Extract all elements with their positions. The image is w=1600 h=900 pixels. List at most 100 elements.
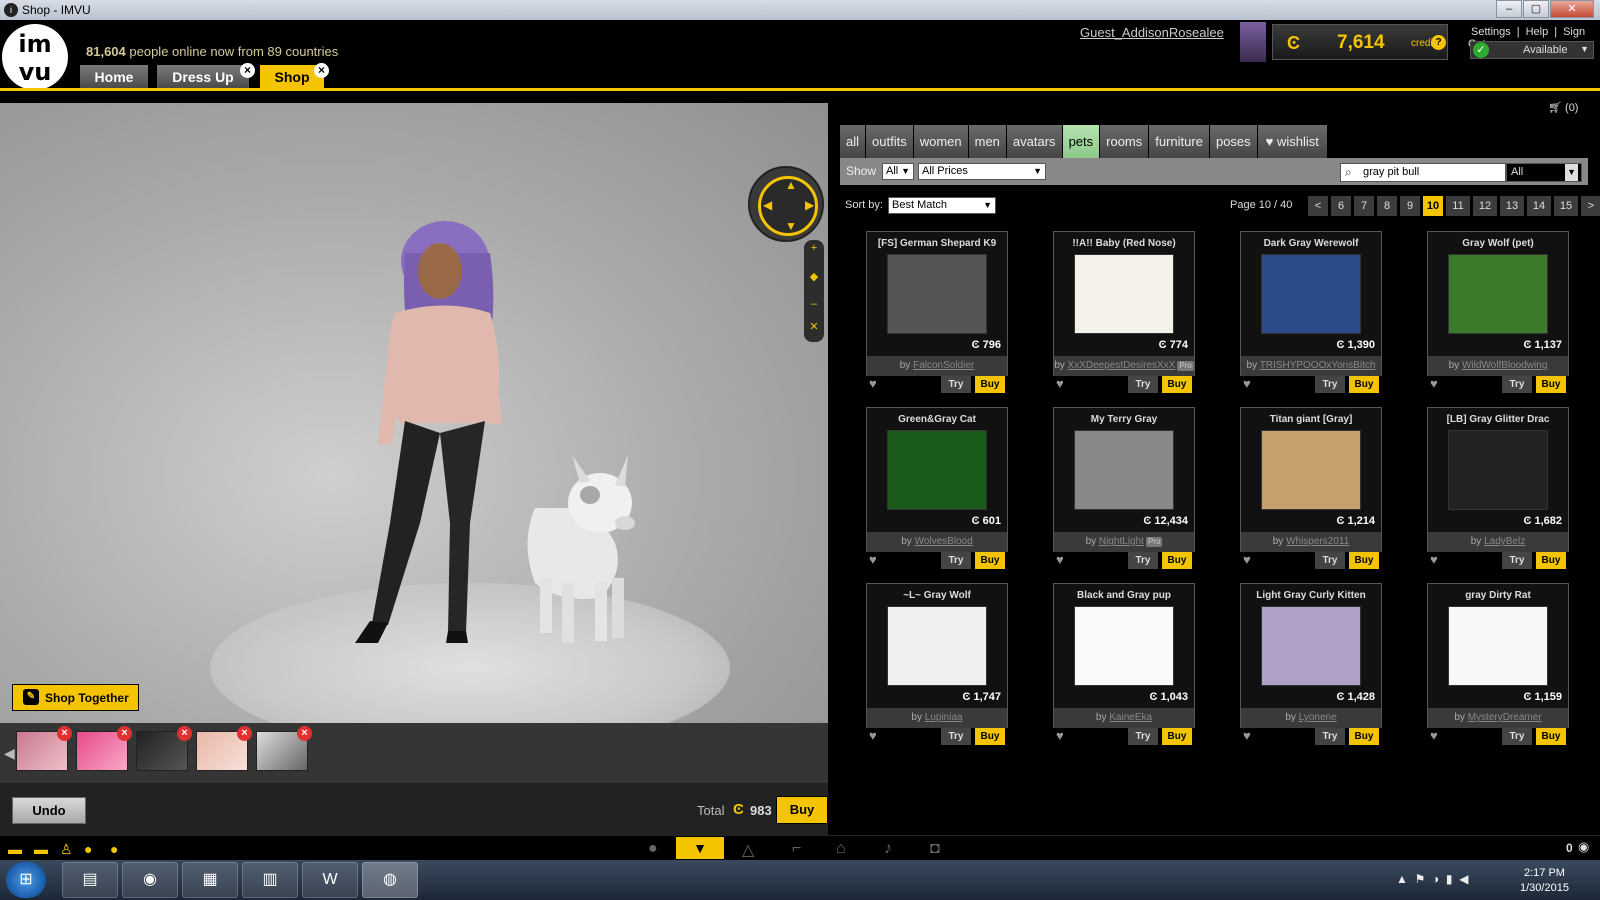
page-next[interactable]: >	[1581, 196, 1600, 216]
taskbar-imvu-icon[interactable]: ◍	[362, 862, 418, 898]
chat-icon[interactable]: ●	[110, 841, 118, 857]
product-title[interactable]: [LB] Gray Glitter Drac	[1428, 414, 1568, 425]
product-image[interactable]	[1074, 430, 1174, 510]
tab-furniture[interactable]: furniture	[1149, 125, 1209, 158]
zoom-handle-icon[interactable]: ◆	[808, 270, 820, 283]
cart-link[interactable]: 🛒︎ (0)	[1548, 101, 1578, 114]
buy-button[interactable]: Buy	[1349, 728, 1379, 745]
product-title[interactable]: Green&Gray Cat	[867, 414, 1007, 425]
try-button[interactable]: Try	[1315, 376, 1345, 393]
imvu-logo[interactable]: im vu	[2, 24, 68, 90]
try-button[interactable]: Try	[941, 728, 971, 745]
status-dropdown[interactable]: ✓ Available ▼	[1470, 41, 1594, 59]
product-title[interactable]: Dark Gray Werewolf	[1241, 238, 1381, 249]
zoom-slider[interactable]: + ◆ – ✕	[804, 240, 824, 342]
tab-women[interactable]: women	[913, 125, 968, 158]
product-card[interactable]: Titan giant [Gray] Ͼ 1,214 by Whispers2011	[1240, 407, 1382, 552]
try-button[interactable]: Try	[1128, 376, 1158, 393]
taskbar-explorer-icon[interactable]: ▤	[62, 862, 118, 898]
chat-icon[interactable]: ●	[84, 841, 92, 857]
creator-link[interactable]: LadyBelz	[1484, 536, 1525, 547]
page-7[interactable]: 7	[1354, 196, 1374, 216]
page-15[interactable]: 15	[1554, 196, 1578, 216]
product-card[interactable]: Black and Gray pup Ͼ 1,043 by KaineEka	[1053, 583, 1195, 728]
music-icon[interactable]: ♪	[884, 840, 892, 858]
wishlist-heart-icon[interactable]: ♥	[1430, 552, 1444, 567]
tab-outfits[interactable]: outfits	[866, 125, 913, 158]
notification-icon[interactable]: ◉	[1578, 839, 1589, 855]
undo-button[interactable]: Undo	[12, 797, 86, 824]
product-title[interactable]: !!A!! Baby (Red Nose)	[1054, 238, 1194, 249]
help-link[interactable]: Help	[1526, 26, 1549, 38]
furniture-icon[interactable]: ▬	[34, 841, 48, 857]
price-select[interactable]: All Prices ▼	[918, 163, 1046, 180]
help-question-icon[interactable]: ?	[1431, 35, 1446, 50]
nav-tab-home[interactable]: Home	[80, 65, 148, 88]
creator-link[interactable]: Whispers2011	[1286, 536, 1349, 547]
close-tab-dress-up-icon[interactable]: ×	[240, 63, 255, 78]
creator-link[interactable]: Lupiniaa	[925, 712, 963, 723]
try-button[interactable]: Try	[1128, 728, 1158, 745]
creator-link[interactable]: WolvesBlood	[915, 536, 973, 547]
buy-button[interactable]: Buy	[975, 728, 1005, 745]
start-button[interactable]: ⊞	[6, 862, 46, 898]
product-title[interactable]: gray Dirty Rat	[1428, 590, 1568, 601]
wishlist-heart-icon[interactable]: ♥	[869, 376, 883, 391]
person-icon[interactable]: ♙	[60, 841, 73, 858]
product-image[interactable]	[887, 254, 987, 334]
creator-link[interactable]: FalconSoldier	[913, 360, 974, 371]
creator-link[interactable]: WildWolfBloodwing	[1462, 360, 1547, 371]
product-image[interactable]	[1261, 254, 1361, 334]
product-card[interactable]: Light Gray Curly Kitten Ͼ 1,428 by Lyonene	[1240, 583, 1382, 728]
clock[interactable]: 2:17 PM 1/30/2015	[1520, 866, 1569, 896]
chat-bubble-icon[interactable]: ●	[648, 840, 658, 858]
wishlist-heart-icon[interactable]: ♥	[1430, 376, 1444, 391]
wishlist-heart-icon[interactable]: ♥	[1056, 552, 1070, 567]
avatar-thumbnail[interactable]	[1240, 22, 1266, 62]
product-title[interactable]: [FS] German Shepard K9	[867, 238, 1007, 249]
product-card[interactable]: [FS] German Shepard K9 Ͼ 796 by FalconSold…	[866, 231, 1008, 376]
product-title[interactable]: My Terry Gray	[1054, 414, 1194, 425]
product-image[interactable]	[1448, 254, 1548, 334]
wishlist-heart-icon[interactable]: ♥	[1243, 552, 1257, 567]
page-12[interactable]: 12	[1473, 196, 1497, 216]
pan-up-icon[interactable]: ▲	[785, 178, 797, 192]
try-button[interactable]: Try	[1128, 552, 1158, 569]
product-image[interactable]	[1074, 254, 1174, 334]
buy-all-button[interactable]: Buy	[776, 796, 828, 824]
page-10-current[interactable]: 10	[1423, 196, 1443, 216]
pan-down-icon[interactable]: ▼	[785, 219, 797, 233]
product-card[interactable]: [LB] Gray Glitter Drac Ͼ 1,682 by LadyBelz	[1427, 407, 1569, 552]
sort-select[interactable]: Best Match ▼	[888, 197, 996, 214]
product-card[interactable]: gray Dirty Rat Ͼ 1,159 by MysteryDreamer	[1427, 583, 1569, 728]
product-image[interactable]	[1074, 606, 1174, 686]
page-prev[interactable]: <	[1308, 196, 1328, 216]
try-button[interactable]: Try	[1315, 728, 1345, 745]
product-card[interactable]: Green&Gray Cat Ͼ 601 by WolvesBlood	[866, 407, 1008, 552]
shop-together-button[interactable]: ✎ Shop Together	[12, 684, 139, 711]
product-title[interactable]: Black and Gray pup	[1054, 590, 1194, 601]
product-card[interactable]: Gray Wolf (pet) Ͼ 1,137 by WildWolfBloodwi…	[1427, 231, 1569, 376]
taskbar-word-icon[interactable]: W	[302, 862, 358, 898]
creator-link[interactable]: NightLight	[1099, 536, 1144, 547]
minimize-button[interactable]: –	[1496, 0, 1522, 18]
product-card[interactable]: ~L~ Gray Wolf Ͼ 1,747 by Lupiniaa	[866, 583, 1008, 728]
page-13[interactable]: 13	[1500, 196, 1524, 216]
page-11[interactable]: 11	[1446, 196, 1470, 216]
camera-pan-control[interactable]: ▲ ▼ ◀ ▶	[748, 166, 824, 242]
product-title[interactable]: Gray Wolf (pet)	[1428, 238, 1568, 249]
try-button[interactable]: Try	[941, 376, 971, 393]
tab-all[interactable]: all	[840, 125, 866, 158]
tray-arrow-icon[interactable]: ▲	[1396, 872, 1408, 886]
search-input[interactable]: ⌕ gray pit bull	[1340, 163, 1506, 182]
zoom-out-icon[interactable]: –	[808, 298, 820, 310]
creator-link[interactable]: TRISHYPOOOxYonsBitch	[1260, 360, 1376, 371]
network-flag-icon[interactable]: ⚑	[1415, 872, 1426, 886]
username-link[interactable]: Guest_AddisonRosealee	[1080, 25, 1224, 40]
try-button[interactable]: Try	[1502, 376, 1532, 393]
zoom-in-icon[interactable]: +	[808, 242, 820, 254]
furniture-icon[interactable]: ▬	[8, 841, 22, 857]
pan-right-icon[interactable]: ▶	[805, 198, 814, 212]
chair-icon[interactable]: ⌐	[792, 840, 801, 858]
buy-button[interactable]: Buy	[1349, 376, 1379, 393]
